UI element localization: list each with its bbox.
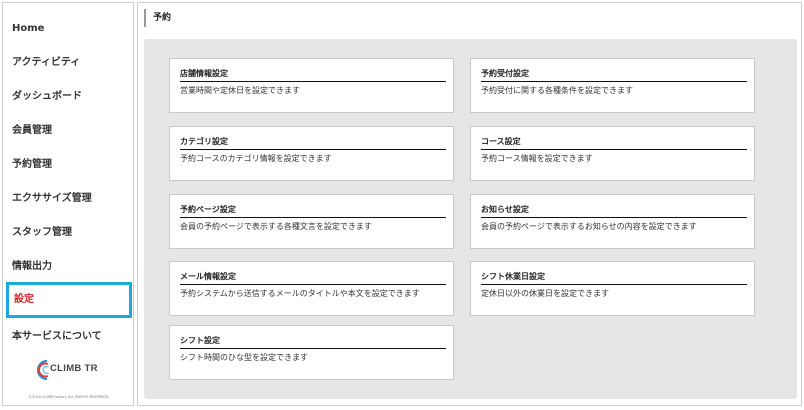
card-title: お知らせ設定 [481, 204, 747, 218]
card-shift-holiday[interactable]: シフト休業日設定 定休日以外の休業日を設定できます [470, 261, 755, 316]
logo-text: CLIMB TR [50, 363, 98, 374]
card-reservation-page[interactable]: 予約ページ設定 会員の予約ページで表示する各種文言を設定できます [169, 194, 454, 249]
sidebar-item-members[interactable]: 会員管理 [3, 114, 133, 148]
card-category[interactable]: カテゴリ設定 予約コースのカテゴリ情報を設定できます [169, 126, 454, 181]
sidebar-item-export[interactable]: 情報出力 [3, 250, 133, 284]
logo: CLIMB TR [33, 359, 113, 381]
copyright: ©2018 CLIMB Factory ALL RIGHTS RESERVED. [28, 395, 110, 399]
card-shift[interactable]: シフト設定 シフト時間のひな型を設定できます [169, 325, 454, 380]
card-title: 予約受付設定 [481, 68, 747, 82]
card-description: 営業時間や定休日を設定できます [180, 86, 300, 95]
settings-panel: 店舗情報設定 営業時間や定休日を設定できます 予約受付設定 予約受付に関する各種… [144, 39, 797, 399]
card-course[interactable]: コース設定 予約コース情報を設定できます [470, 126, 755, 181]
card-store-info[interactable]: 店舗情報設定 営業時間や定休日を設定できます [169, 58, 454, 113]
card-description: 予約システムから送信するメールのタイトルや本文を設定できます [180, 289, 420, 298]
sidebar: Home アクティビティ ダッシュボード 会員管理 予約管理 エクササイズ管理 … [2, 2, 134, 406]
card-description: 会員の予約ページで表示する各種文言を設定できます [180, 222, 372, 231]
card-title: 店舗情報設定 [180, 68, 446, 82]
sidebar-item-staff[interactable]: スタッフ管理 [3, 216, 133, 250]
card-description: 予約コースのカテゴリ情報を設定できます [180, 154, 332, 163]
sidebar-item-settings[interactable]: 設定 [6, 282, 132, 318]
card-mail-info[interactable]: メール情報設定 予約システムから送信するメールのタイトルや本文を設定できます [169, 261, 454, 316]
page-title: 予約 [144, 9, 171, 27]
card-title: シフト休業日設定 [481, 271, 747, 285]
sidebar-item-home[interactable]: Home [3, 12, 133, 46]
card-title: メール情報設定 [180, 271, 446, 285]
card-description: 予約コース情報を設定できます [481, 154, 593, 163]
card-notice[interactable]: お知らせ設定 会員の予約ページで表示するお知らせの内容を設定できます [470, 194, 755, 249]
sidebar-item-exercises[interactable]: エクササイズ管理 [3, 182, 133, 216]
main-content: 予約 店舗情報設定 営業時間や定休日を設定できます 予約受付設定 予約受付に関す… [137, 2, 802, 406]
card-title: カテゴリ設定 [180, 136, 446, 150]
sidebar-item-reservations[interactable]: 予約管理 [3, 148, 133, 182]
card-description: 会員の予約ページで表示するお知らせの内容を設定できます [481, 222, 697, 231]
card-description: シフト時間のひな型を設定できます [180, 353, 308, 362]
card-title: シフト設定 [180, 335, 446, 349]
sidebar-item-dashboard[interactable]: ダッシュボード [3, 80, 133, 114]
card-description: 予約受付に関する各種条件を設定できます [481, 86, 633, 95]
card-reservation-acceptance[interactable]: 予約受付設定 予約受付に関する各種条件を設定できます [470, 58, 755, 113]
sidebar-item-activity[interactable]: アクティビティ [3, 46, 133, 80]
logo-mark-icon [36, 359, 49, 381]
sidebar-item-about[interactable]: 本サービスについて [3, 320, 133, 354]
card-title: コース設定 [481, 136, 747, 150]
card-description: 定休日以外の休業日を設定できます [481, 289, 609, 298]
card-title: 予約ページ設定 [180, 204, 446, 218]
